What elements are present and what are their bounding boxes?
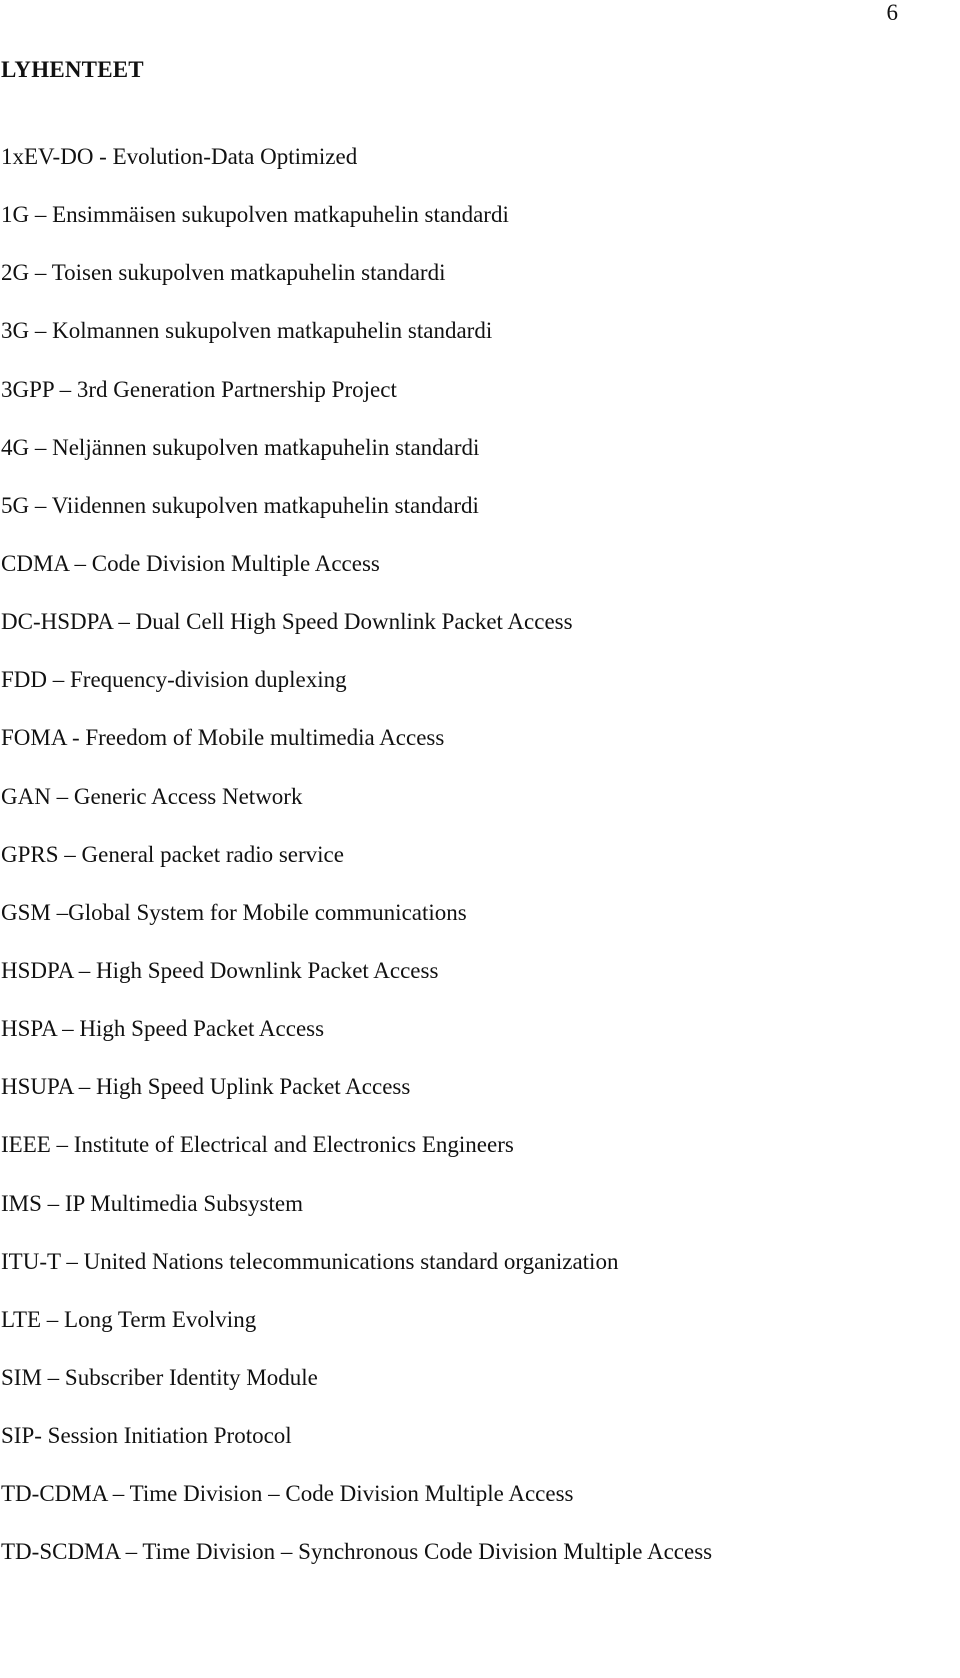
abbreviation-item: 3GPP – 3rd Generation Partnership Projec… bbox=[1, 376, 397, 402]
abbreviation-item: FOMA - Freedom of Mobile multimedia Acce… bbox=[1, 725, 445, 751]
abbreviation-item: SIM – Subscriber Identity Module bbox=[1, 1364, 318, 1390]
abbreviation-item: CDMA – Code Division Multiple Access bbox=[1, 550, 380, 576]
abbreviation-item: 5G – Viidennen sukupolven matkapuhelin s… bbox=[1, 492, 479, 518]
abbreviation-item: DC-HSDPA – Dual Cell High Speed Downlink… bbox=[1, 609, 573, 635]
abbreviation-item: TD-CDMA – Time Division – Code Division … bbox=[1, 1481, 574, 1507]
abbreviation-item: IMS – IP Multimedia Subsystem bbox=[1, 1190, 303, 1216]
abbreviation-item: HSUPA – High Speed Uplink Packet Access bbox=[1, 1074, 411, 1100]
abbreviation-item: FDD – Frequency-division duplexing bbox=[1, 667, 347, 693]
abbreviation-item: TD-SCDMA – Time Division – Synchronous C… bbox=[1, 1539, 713, 1565]
abbreviation-item: 3G – Kolmannen sukupolven matkapuhelin s… bbox=[1, 318, 493, 344]
abbreviation-item: HSDPA – High Speed Downlink Packet Acces… bbox=[1, 957, 439, 983]
section-heading: LYHENTEET bbox=[1, 57, 144, 82]
abbreviation-list: 1xEV-DO - Evolution-Data Optimized 1G – … bbox=[1, 142, 712, 1596]
abbreviation-item: 4G – Neljännen sukupolven matkapuhelin s… bbox=[1, 434, 480, 460]
abbreviation-item: IEEE – Institute of Electrical and Elect… bbox=[1, 1132, 514, 1158]
abbreviation-item: 1G – Ensimmäisen sukupolven matkapuhelin… bbox=[1, 202, 509, 228]
abbreviation-item: LTE – Long Term Evolving bbox=[1, 1306, 257, 1332]
abbreviation-item: 2G – Toisen sukupolven matkapuhelin stan… bbox=[1, 260, 446, 286]
abbreviation-item: GSM –Global System for Mobile communicat… bbox=[1, 899, 467, 925]
page-number: 6 bbox=[886, 0, 899, 25]
abbreviation-item: 1xEV-DO - Evolution-Data Optimized bbox=[1, 144, 358, 169]
abbreviation-item: HSPA – High Speed Packet Access bbox=[1, 1016, 325, 1042]
abbreviation-item: GAN – Generic Access Network bbox=[1, 783, 303, 809]
abbreviation-item: ITU-T – United Nations telecommunication… bbox=[1, 1248, 619, 1274]
abbreviation-item: SIP- Session Initiation Protocol bbox=[1, 1423, 292, 1449]
abbreviation-item: GPRS – General packet radio service bbox=[1, 841, 344, 867]
